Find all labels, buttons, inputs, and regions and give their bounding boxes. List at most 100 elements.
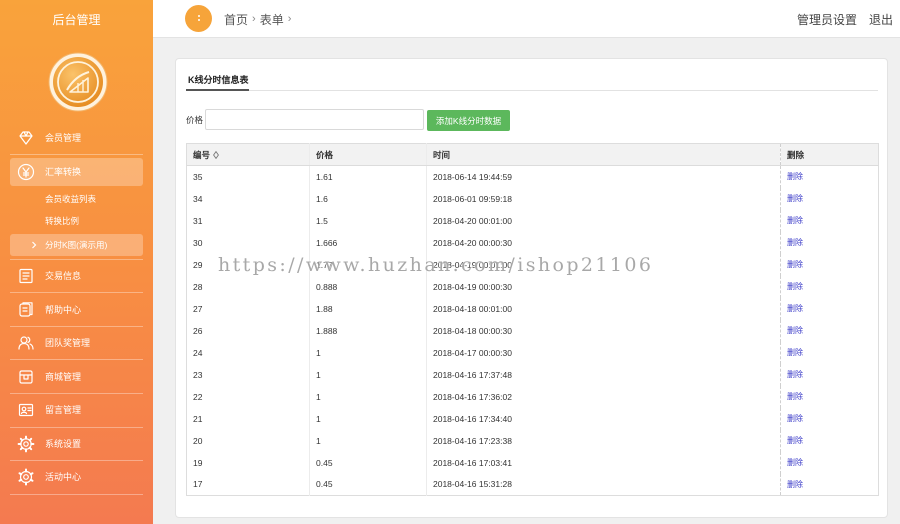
sidebar-item-label: 会员管理 [45,133,82,143]
sidebar-subitem-label: 转换比例 [45,216,80,226]
table-body: 35 1.61 2018-06-14 19:44:59 删除 34 1.6 20… [187,165,879,496]
delete-link[interactable]: 删除 [787,260,803,269]
sort-icon[interactable] [213,150,219,159]
delete-link[interactable]: 删除 [787,458,803,467]
kline-card: K线分时信息表 价格 添加K线分时数据 编号 价格 时间 删除 35 1.61 … [175,58,888,518]
cell-time: 2018-04-18 00:00:30 [426,319,781,342]
cell-price: 1 [309,407,427,430]
sidebar-subitem-member-earnings[interactable]: 会员收益列表 [10,190,143,208]
delete-link[interactable]: 删除 [787,436,803,445]
delete-link[interactable]: 删除 [787,172,803,181]
admin-settings-link[interactable]: 管理员设置 [797,11,857,28]
sidebar-item-label: 团队奖管理 [45,338,91,348]
sidebar-item-trades[interactable]: 交易信息 [10,262,143,290]
menu-toggle-icon[interactable] [185,5,212,32]
table-row: 26 1.888 2018-04-18 00:00:30 删除 [187,319,879,342]
title-divider [186,90,878,91]
col-header-action: 删除 [780,143,879,166]
table-row: 23 1 2018-04-16 17:37:48 删除 [187,363,879,386]
cell-action: 删除 [780,363,879,386]
cell-price: 1 [309,363,427,386]
breadcrumb-home[interactable]: 首页 [224,11,248,28]
breadcrumb-separator: › [252,13,256,25]
cell-time: 2018-04-18 00:01:00 [426,297,781,320]
table-row: 35 1.61 2018-06-14 19:44:59 删除 [187,165,879,188]
delete-link[interactable]: 删除 [787,216,803,225]
table-row: 27 1.88 2018-04-18 00:01:00 删除 [187,297,879,320]
cell-action: 删除 [780,187,879,210]
col-header-id-label: 编号 [193,149,211,160]
delete-link[interactable]: 删除 [787,304,803,313]
cell-action: 删除 [780,275,879,298]
table-row: 20 1 2018-04-16 17:23:38 删除 [187,429,879,452]
sidebar-item-label: 汇率转换 [45,167,82,177]
yen-icon [17,163,35,181]
cell-id: 20 [193,435,203,446]
cell-price: 0.45 [309,451,427,474]
cell-time: 2018-04-16 17:03:41 [426,451,781,474]
breadcrumb-form[interactable]: 表单 [260,11,284,28]
delete-link[interactable]: 删除 [787,194,803,203]
sidebar-item-label: 系统设置 [45,439,82,449]
cell-price: 1 [309,341,427,364]
cell-id: 27 [193,303,203,314]
cell-action: 删除 [780,473,879,496]
cell-id: 19 [193,457,203,468]
cell-id: 29 [193,259,203,270]
delete-link[interactable]: 删除 [787,238,803,247]
sidebar-item-members[interactable]: 会员管理 [10,124,143,152]
top-bar: 首页 › 表单 › 管理员设置 退出 [153,0,900,38]
delete-link[interactable]: 删除 [787,326,803,335]
cell-action: 删除 [780,407,879,430]
cell-action: 删除 [780,385,879,408]
cell-action: 删除 [780,297,879,320]
add-kline-button[interactable]: 添加K线分时数据 [427,110,510,131]
delete-link[interactable]: 删除 [787,392,803,401]
gem-icon [19,131,33,145]
sidebar-subitem-kline-demo[interactable]: 分时K图(演示用) [10,234,143,256]
delete-link[interactable]: 删除 [787,282,803,291]
cell-id: 24 [193,347,203,358]
cell-time: 2018-04-16 15:31:28 [426,473,781,496]
sidebar-item-settings[interactable]: 系统设置 [10,430,143,458]
col-header-id[interactable]: 编号 [186,143,310,166]
logo [48,52,108,112]
sidebar-item-messages[interactable]: 留言管理 [10,396,143,424]
cell-id: 31 [193,215,203,226]
table-row: 30 1.666 2018-04-20 00:00:30 删除 [187,231,879,254]
cell-time: 2018-04-16 17:23:38 [426,429,781,452]
activity-icon [18,468,34,486]
title-divider-accent [186,89,249,91]
cell-price: 0.45 [309,473,427,496]
gear-icon [17,435,35,453]
cell-price: 1.88 [309,297,427,320]
cell-price: 1.61 [309,165,427,188]
cell-action: 删除 [780,231,879,254]
sidebar-item-team-bonus[interactable]: 团队奖管理 [10,329,143,357]
cell-time: 2018-04-20 00:00:30 [426,231,781,254]
table-row: 34 1.6 2018-06-01 09:59:18 删除 [187,187,879,210]
delete-link[interactable]: 删除 [787,480,803,489]
menu-toggle-dot [197,19,200,21]
sidebar-item-activities[interactable]: 活动中心 [10,463,143,491]
price-input[interactable] [205,109,424,130]
cell-action: 删除 [780,319,879,342]
sidebar-item-help[interactable]: 帮助中心 [10,296,143,324]
id-card-icon [18,403,34,417]
cell-price: 1.666 [309,231,427,254]
delete-link[interactable]: 删除 [787,348,803,357]
cell-action: 删除 [780,451,879,474]
cell-id: 26 [193,325,203,336]
logout-link[interactable]: 退出 [869,11,893,28]
sidebar-subitem-conversion-ratio[interactable]: 转换比例 [10,212,143,230]
nav-divider [10,359,143,360]
nav-divider [10,292,143,293]
nav-divider [10,427,143,428]
sidebar-subitem-label: 分时K图(演示用) [45,240,108,250]
sidebar-item-store[interactable]: 商城管理 [10,363,143,391]
cell-id: 17 [193,479,203,490]
kline-table: 编号 价格 时间 删除 35 1.61 2018-06-14 19:44:59 … [186,143,879,496]
sidebar-item-exchange[interactable]: 汇率转换 [10,158,143,186]
delete-link[interactable]: 删除 [787,414,803,423]
delete-link[interactable]: 删除 [787,370,803,379]
